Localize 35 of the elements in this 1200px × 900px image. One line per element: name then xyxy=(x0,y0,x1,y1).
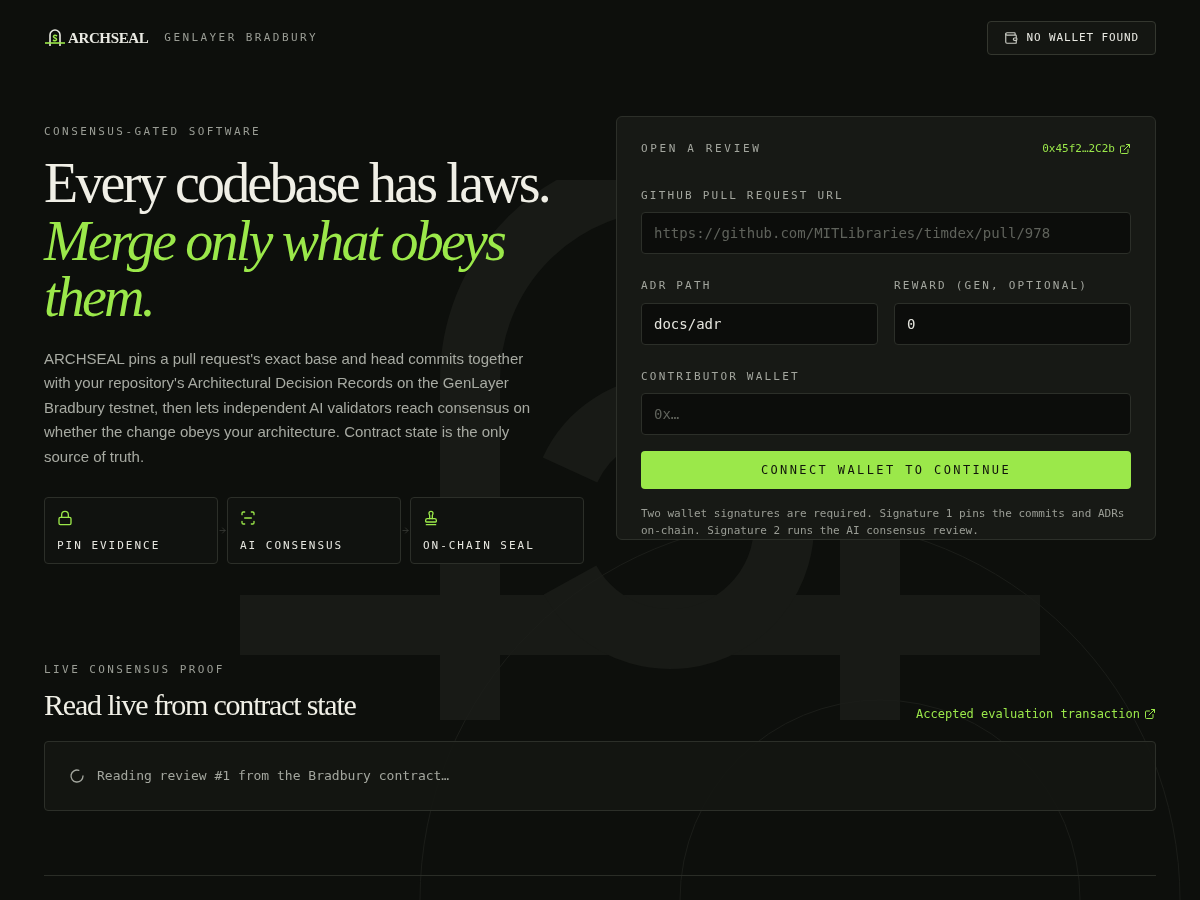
field-label: REWARD (GEN, OPTIONAL) xyxy=(894,278,1090,294)
transaction-link[interactable]: Accepted evaluation transaction xyxy=(916,704,1156,723)
lock-icon xyxy=(57,510,73,526)
field-label: GITHUB PULL REQUEST URL xyxy=(641,187,845,204)
external-link-icon xyxy=(1119,143,1131,156)
scan-icon xyxy=(239,510,256,526)
loading-icon xyxy=(69,767,85,784)
input-field[interactable]: https://github.com/MITLibraries/timdex/pull/978 xyxy=(641,212,1131,254)
headline: Every codebase has laws. xyxy=(44,152,551,213)
description-text: ARCHSEAL pins a pull request's exact base and head commits together with your repository's Architectural Decision Records on the GenLayer Bradbury testnet, then lets independent AI validators reach consensus on whether the change obeys your architecture. Contract state is the only source of truth. xyxy=(44,348,532,467)
logo-icon xyxy=(44,28,66,48)
arrow-icon xyxy=(218,526,227,535)
panel-title: OPEN A REVIEW xyxy=(641,141,762,157)
section-title: Read live from contract state xyxy=(44,686,356,723)
field-label: ADR PATH xyxy=(641,278,713,294)
eyebrow-label: LIVE CONSENSUS PROOF xyxy=(44,662,226,678)
network-label: GENLAYER BRADBURY xyxy=(164,29,319,46)
wallet-button[interactable]: NO WALLET FOUND xyxy=(987,21,1156,55)
contract-link[interactable]: 0x45f2…2C2b xyxy=(1042,141,1131,158)
step-label: ON-CHAIN SEAL xyxy=(422,538,536,554)
wallet-icon xyxy=(1004,31,1019,45)
step-label: PIN EVIDENCE xyxy=(57,538,162,554)
logo-text: ARCHSEAL xyxy=(68,28,149,48)
status-text: Reading review #1 from the Bradbury contract… xyxy=(97,766,450,785)
signature-note: Two wallet signatures are required. Signature 1 pins the commits and ADRs on-chain. Signature 2 runs the AI consensus review. xyxy=(641,506,1126,539)
field-label: CONTRIBUTOR WALLET xyxy=(641,368,801,385)
input-field[interactable]: 0x… xyxy=(641,393,1131,435)
arrow-icon xyxy=(401,526,410,535)
connect-wallet-button[interactable]: CONNECT WALLET TO CONTINUE xyxy=(641,451,1131,489)
external-link-icon xyxy=(1144,707,1156,720)
eyebrow-label: CONSENSUS-GATED SOFTWARE xyxy=(44,124,263,140)
input-field[interactable]: 0 xyxy=(894,302,1131,345)
stamp-icon xyxy=(422,510,439,526)
input-field[interactable]: docs/adr xyxy=(641,302,878,345)
step-label: AI CONSENSUS xyxy=(239,538,345,554)
